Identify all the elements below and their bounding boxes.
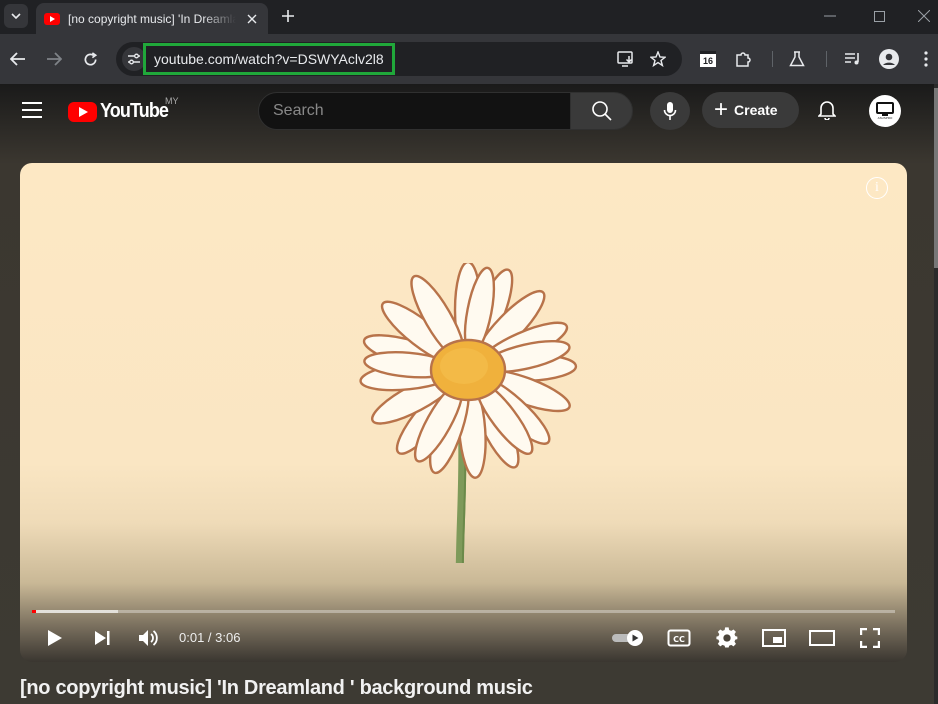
search-button[interactable] <box>570 92 633 130</box>
video-player[interactable]: i 0:01 / 3:06 CC <box>20 163 907 662</box>
address-bar[interactable]: youtube.com/watch?v=DSWYAclv2l8 <box>116 42 682 76</box>
account-avatar[interactable]: ASUSPRO <box>869 95 901 127</box>
browser-tab-active[interactable]: [no copyright music] 'In Dreamland ' bac… <box>36 3 268 34</box>
theater-mode-icon[interactable] <box>809 625 835 651</box>
page-scrollbar[interactable] <box>934 84 938 704</box>
microphone-icon <box>663 102 677 120</box>
subtitles-cc-icon[interactable]: CC <box>666 625 692 651</box>
browser-tab-bar: [no copyright music] 'In Dreamland ' bac… <box>0 0 938 34</box>
tab-close-icon[interactable] <box>244 11 260 27</box>
region-code: MY <box>165 96 179 106</box>
youtube-favicon-icon <box>44 12 60 25</box>
progress-played <box>32 610 37 613</box>
youtube-play-logo-icon <box>68 101 97 122</box>
video-title: [no copyright music] 'In Dreamland ' bac… <box>20 677 533 699</box>
media-queue-icon[interactable] <box>842 48 864 70</box>
profile-avatar-icon[interactable] <box>878 48 900 70</box>
close-window-icon[interactable] <box>914 6 934 26</box>
bookmark-star-icon[interactable] <box>648 49 668 69</box>
volume-icon[interactable] <box>136 625 162 651</box>
plus-icon: + <box>714 96 729 123</box>
labs-flask-icon[interactable] <box>786 48 808 70</box>
settings-gear-icon[interactable] <box>714 625 740 651</box>
create-button[interactable]: + Create <box>702 92 799 128</box>
progress-bar[interactable] <box>32 610 895 613</box>
search-icon <box>591 101 612 121</box>
progress-buffered <box>32 610 119 613</box>
browser-menu-kebab-icon[interactable] <box>915 48 937 70</box>
daisy-illustration <box>359 263 578 563</box>
youtube-logo[interactable]: YouTube MY <box>68 96 179 123</box>
scrollbar-thumb[interactable] <box>934 88 938 268</box>
autoplay-toggle-icon[interactable] <box>610 625 646 651</box>
toolbar-separator <box>826 51 827 67</box>
notifications-bell-icon[interactable] <box>815 98 839 122</box>
voice-search-button[interactable] <box>650 92 690 130</box>
avatar-text: ASUSPRO <box>877 116 893 120</box>
install-app-icon[interactable] <box>616 49 636 69</box>
url-text[interactable]: youtube.com/watch?v=DSWYAclv2l8 <box>143 43 395 75</box>
next-video-icon[interactable] <box>89 625 115 651</box>
monitor-avatar-icon <box>876 102 894 116</box>
new-tab-plus-icon[interactable] <box>278 6 298 26</box>
forward-arrow-icon[interactable] <box>42 47 66 71</box>
youtube-wordmark: YouTube <box>100 100 169 122</box>
svg-text:CC: CC <box>673 635 685 644</box>
search-input[interactable] <box>273 102 553 120</box>
guide-menu-icon[interactable] <box>22 102 42 118</box>
play-button-icon[interactable] <box>42 625 68 651</box>
time-display: 0:01 / 3:06 <box>179 630 241 645</box>
toolbar-separator <box>772 51 773 67</box>
search-box[interactable] <box>258 92 571 130</box>
minimize-icon[interactable] <box>820 6 840 26</box>
maximize-icon[interactable] <box>869 6 889 26</box>
back-arrow-icon[interactable] <box>6 47 30 71</box>
tab-search-chevron-icon[interactable] <box>4 4 28 28</box>
miniplayer-icon[interactable] <box>761 625 787 651</box>
calendar-extension-icon[interactable]: 16 <box>697 48 719 70</box>
reload-icon[interactable] <box>78 47 102 71</box>
fullscreen-icon[interactable] <box>857 625 883 651</box>
create-label: Create <box>734 102 778 118</box>
extensions-puzzle-icon[interactable] <box>733 48 755 70</box>
tab-title: [no copyright music] 'In Dreamland ' bac… <box>68 11 236 26</box>
info-icon[interactable]: i <box>866 177 888 199</box>
browser-toolbar: youtube.com/watch?v=DSWYAclv2l8 16 <box>0 34 938 84</box>
